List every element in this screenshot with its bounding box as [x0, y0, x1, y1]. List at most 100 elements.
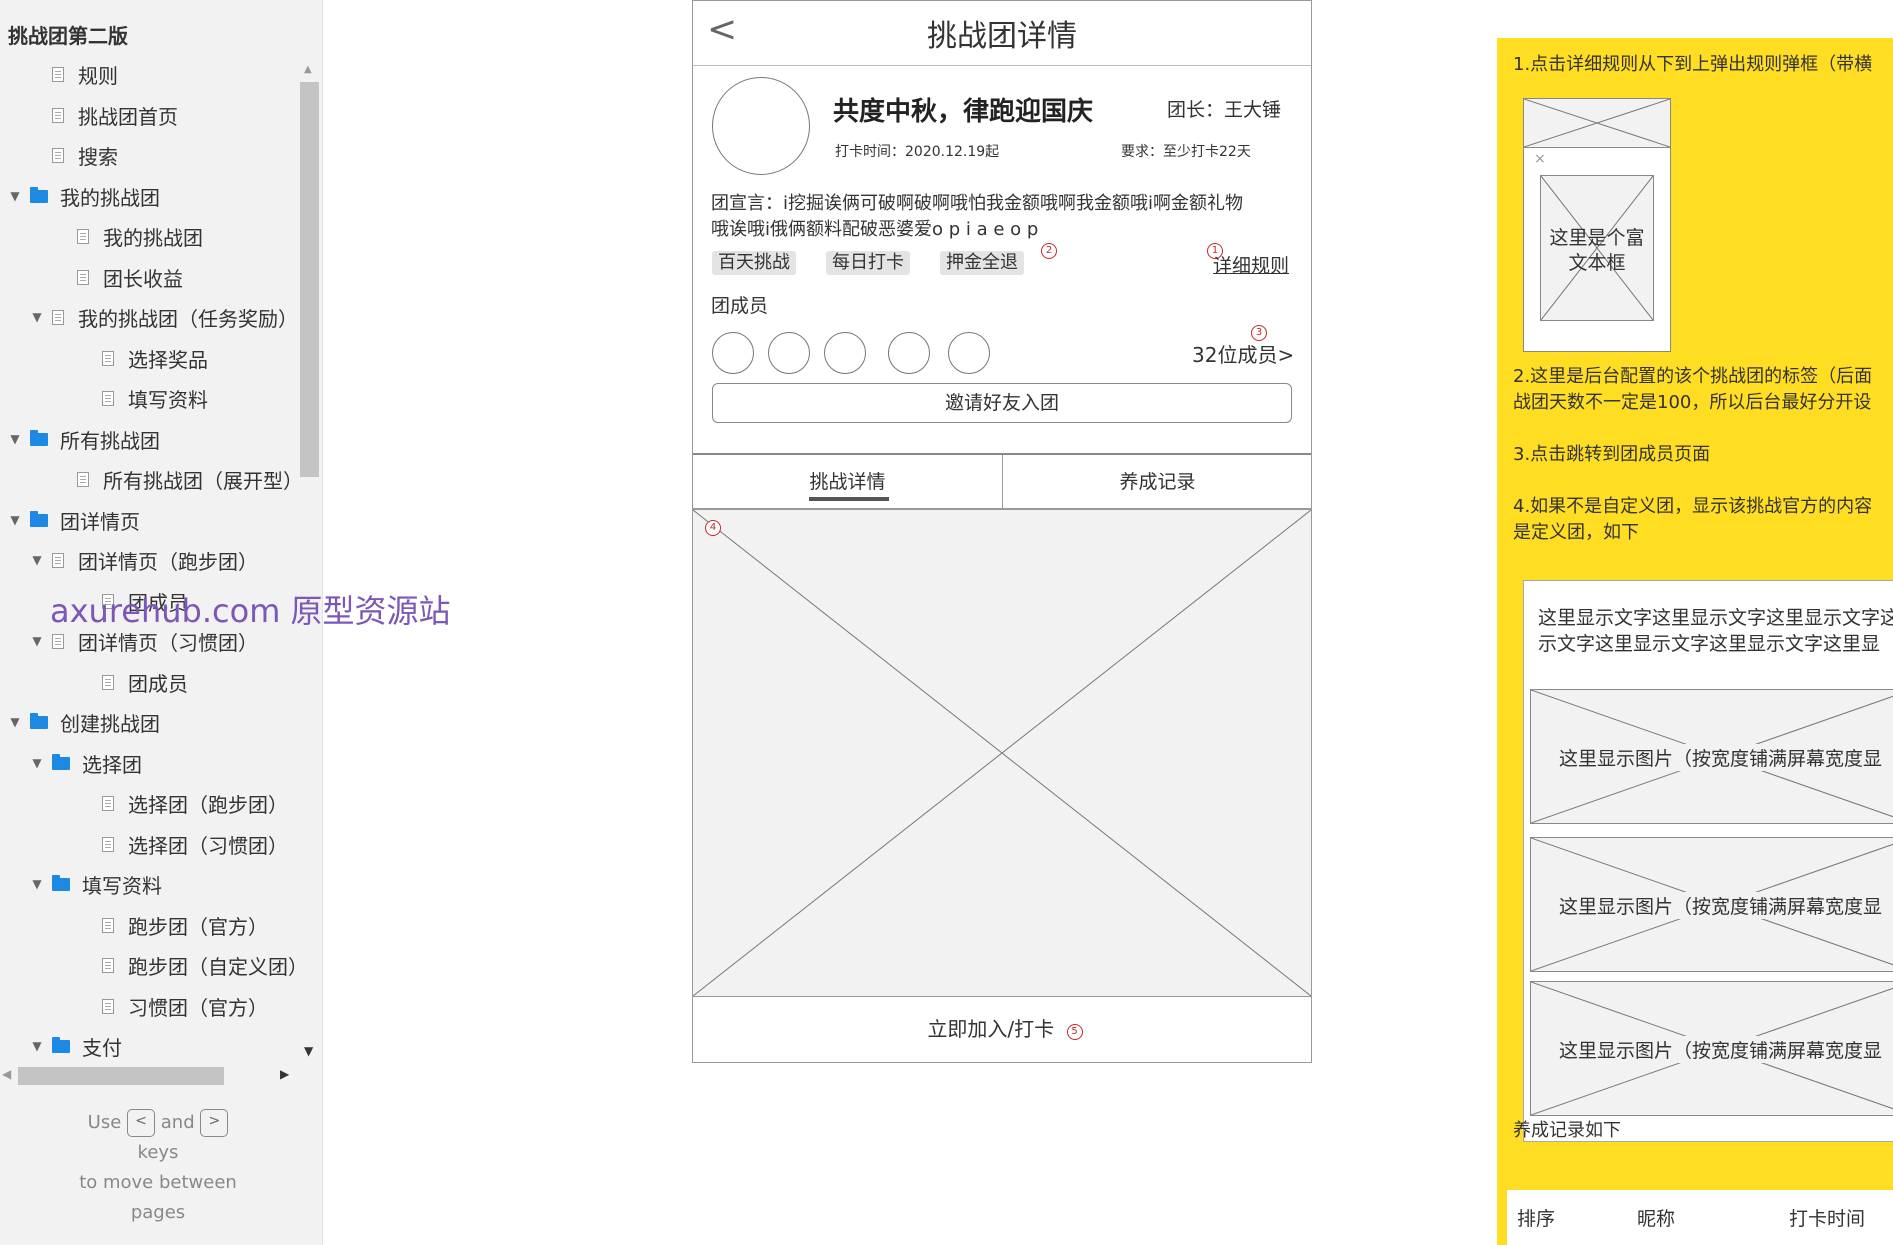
tab-habit-records[interactable]: 养成记录: [1002, 455, 1312, 509]
horizontal-scrollbar[interactable]: ◀ ▶: [0, 1065, 322, 1087]
folder-icon: [30, 510, 48, 527]
member-avatar[interactable]: [712, 332, 754, 374]
sitemap-page[interactable]: 规则: [30, 58, 118, 90]
sitemap-item-label: 跑步团（官方）: [128, 914, 268, 939]
rich-text-placeholder: 这里是个富文本框: [1540, 175, 1654, 321]
page-icon: [52, 107, 64, 123]
chevron-down-icon[interactable]: ▼: [8, 432, 22, 446]
chevron-down-icon[interactable]: ▼: [8, 189, 22, 203]
records-table-header: 排序 昵称 打卡时间: [1507, 1190, 1893, 1245]
sitemap-item-label: 我的挑战团: [60, 185, 160, 210]
chevron-down-icon[interactable]: ▼: [8, 513, 22, 527]
chevron-down-icon[interactable]: ▼: [30, 756, 44, 770]
note-2-line2: 战团天数不一定是100，所以后台最好分开设: [1513, 392, 1872, 413]
help-keys: keys: [137, 1142, 179, 1163]
rich-text-label: 这里是个富文本框: [1549, 227, 1645, 274]
sitemap-page[interactable]: 习惯团（官方）: [80, 990, 268, 1022]
sitemap-item-label: 所有挑战团: [60, 428, 160, 453]
prev-key-icon: <: [127, 1109, 156, 1137]
sitemap-item-label: 团详情页（跑步团）: [78, 549, 258, 574]
sitemap-folder[interactable]: ▼ 所有挑战团: [8, 423, 160, 455]
sitemap-folder[interactable]: ▼ 支付: [30, 1030, 122, 1062]
table-header-checkin-time: 打卡时间: [1789, 1208, 1866, 1230]
sitemap-page[interactable]: 选择团（跑步团）: [80, 787, 288, 819]
folder-icon: [52, 874, 70, 891]
member-avatar[interactable]: [948, 332, 990, 374]
group-leader: 团长：王大锤: [1167, 99, 1282, 121]
page-icon: [102, 836, 114, 852]
sitemap-item-label: 我的挑战团: [103, 225, 203, 250]
sitemap-item-label: 团长收益: [103, 266, 183, 291]
sitemap-page[interactable]: ▼ 团详情页（跑步团）: [30, 544, 258, 576]
sitemap-item-label: 搜索: [78, 144, 118, 169]
sitemap-page[interactable]: 我的挑战团: [55, 220, 203, 252]
chevron-down-icon[interactable]: ▼: [8, 715, 22, 729]
scroll-up-icon[interactable]: ▲: [304, 64, 312, 75]
member-avatar[interactable]: [768, 332, 810, 374]
chevron-down-icon[interactable]: ▼: [30, 310, 44, 324]
member-avatar[interactable]: [888, 332, 930, 374]
sitemap-page[interactable]: 跑步团（自定义团）: [80, 949, 308, 981]
tab-label: 养成记录: [1119, 471, 1196, 493]
sitemap-page[interactable]: 选择团（习惯团）: [80, 828, 288, 860]
sitemap-item-label: 支付: [82, 1035, 122, 1060]
folder-icon: [52, 1036, 70, 1053]
sitemap-page[interactable]: 跑步团（官方）: [80, 909, 268, 941]
scroll-down-icon[interactable]: ▼: [304, 1044, 313, 1058]
tag-item: 每日打卡: [826, 251, 910, 275]
vertical-scrollbar[interactable]: ▲ ▼: [299, 62, 321, 1062]
sitemap-page[interactable]: 所有挑战团（展开型）: [55, 463, 303, 495]
image-placeholder: 这里显示图片（按宽度铺满屏幕宽度显: [1530, 981, 1893, 1116]
sitemap-item-label: 我的挑战团（任务奖励）: [78, 306, 298, 331]
page-icon: [52, 633, 64, 649]
sitemap-folder[interactable]: ▼ 我的挑战团: [8, 180, 160, 212]
sitemap-page[interactable]: 挑战团首页: [30, 99, 178, 131]
chevron-down-icon[interactable]: ▼: [30, 1039, 44, 1053]
sitemap-folder[interactable]: ▼ 填写资料: [30, 868, 162, 900]
folder-icon: [30, 429, 48, 446]
active-tab-indicator: [809, 497, 889, 501]
official-content-mockup: 这里显示文字这里显示文字这里显示文字这 示文字这里显示文字这里显示文字这里显 这…: [1523, 580, 1893, 1142]
page-icon: [102, 957, 114, 973]
chevron-down-icon[interactable]: ▼: [30, 634, 44, 648]
scroll-left-icon[interactable]: ◀: [2, 1067, 11, 1081]
chevron-down-icon[interactable]: ▼: [30, 553, 44, 567]
card-text-line2: 示文字这里显示文字这里显示文字这里显: [1538, 633, 1881, 655]
member-avatar[interactable]: [824, 332, 866, 374]
join-checkin-label: 立即加入/打卡: [927, 1017, 1055, 1041]
rules-link[interactable]: 详细规则: [1213, 251, 1289, 278]
tag-item: 百天挑战: [712, 251, 796, 275]
page-icon: [77, 471, 89, 487]
sitemap-item-label: 跑步团（自定义团）: [128, 954, 308, 979]
annotation-marker: 5: [1066, 1024, 1083, 1040]
sitemap-item-label: 创建挑战团: [60, 711, 160, 736]
image-placeholder: 这里显示图片（按宽度铺满屏幕宽度显: [1530, 837, 1893, 972]
invite-button[interactable]: 邀请好友入团: [712, 383, 1292, 423]
members-label: 团成员: [711, 295, 769, 317]
sitemap-folder[interactable]: ▼ 选择团: [30, 747, 142, 779]
sitemap-page[interactable]: 填写资料: [80, 382, 208, 414]
folder-icon: [52, 753, 70, 770]
join-checkin-button[interactable]: 立即加入/打卡 5: [693, 997, 1311, 1061]
page-icon: [77, 269, 89, 285]
vertical-scroll-thumb[interactable]: [300, 82, 319, 477]
sitemap-folder[interactable]: ▼ 创建挑战团: [8, 706, 160, 738]
sitemap-item-label: 选择团（跑步团）: [128, 792, 288, 817]
sitemap-page[interactable]: 选择奖品: [80, 342, 208, 374]
tab-challenge-details[interactable]: 挑战详情: [693, 455, 1002, 509]
folder-icon: [30, 712, 48, 729]
sitemap-item-label: 选择奖品: [128, 347, 208, 372]
sitemap-page[interactable]: 团成员: [80, 666, 188, 698]
sitemap-page[interactable]: ▼ 我的挑战团（任务奖励）: [30, 301, 298, 333]
chevron-down-icon[interactable]: ▼: [30, 877, 44, 891]
horizontal-scroll-thumb[interactable]: [18, 1067, 224, 1085]
sitemap-page[interactable]: 搜索: [30, 139, 118, 171]
help-pages: pages: [130, 1202, 186, 1223]
close-icon[interactable]: ×: [1534, 151, 1546, 167]
page-icon: [52, 309, 64, 325]
sitemap-folder[interactable]: ▼ 团详情页: [8, 504, 140, 536]
note-4-line2: 是定义团，如下: [1513, 522, 1639, 543]
members-count-link[interactable]: 32位成员>: [1192, 339, 1294, 368]
sitemap-page[interactable]: 团长收益: [55, 261, 183, 293]
scroll-right-icon[interactable]: ▶: [280, 1067, 289, 1081]
